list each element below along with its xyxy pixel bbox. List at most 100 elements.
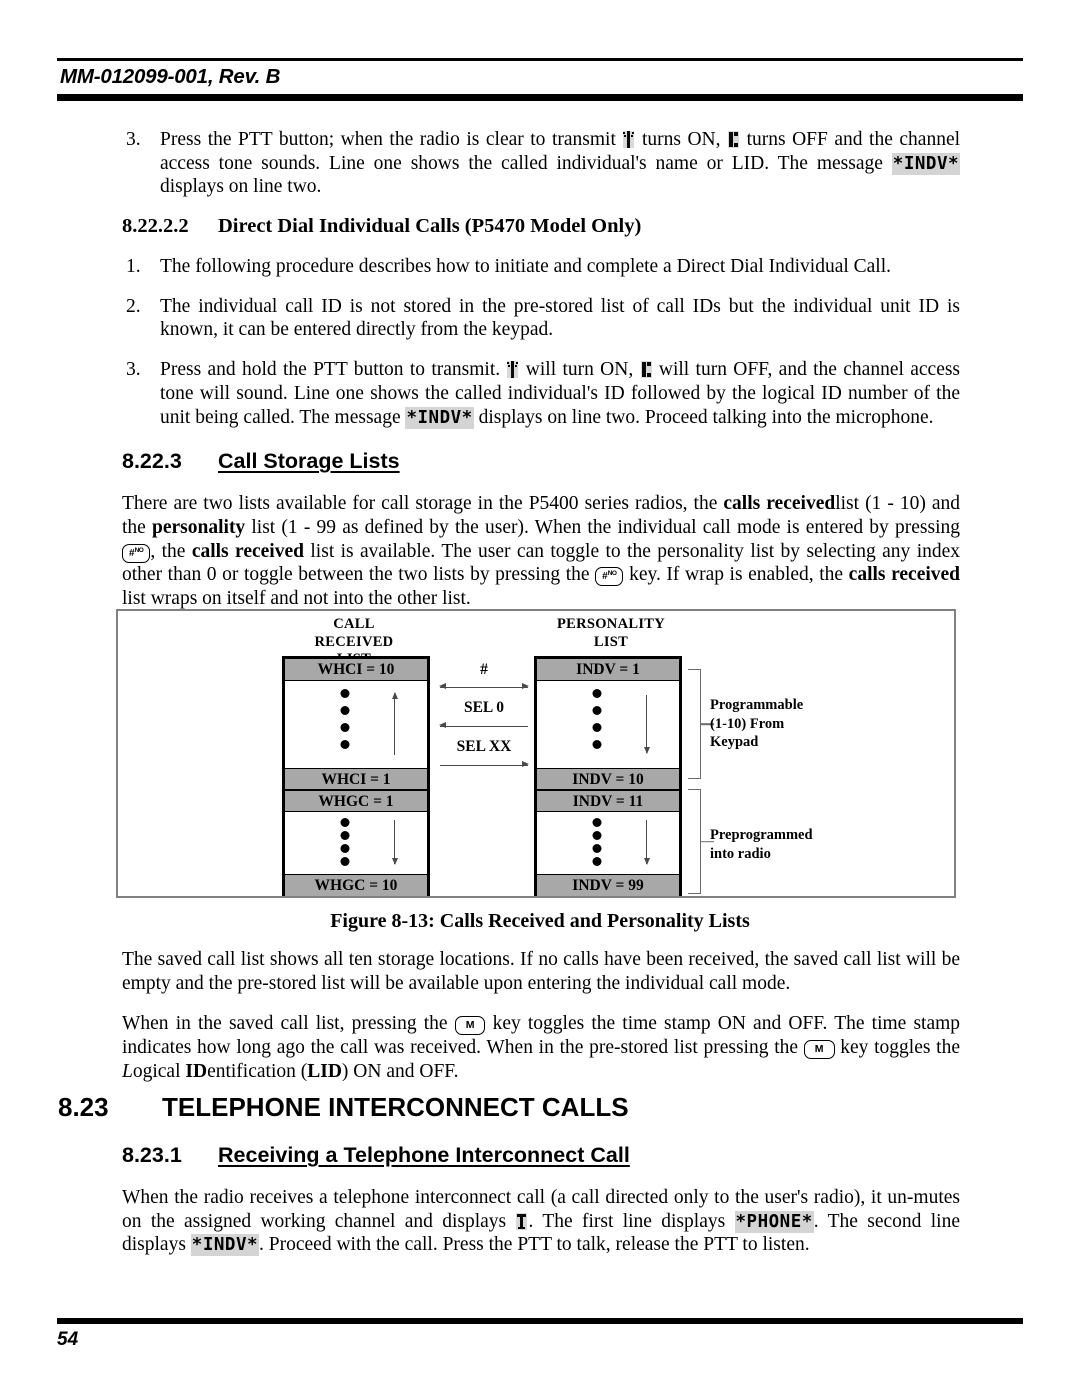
list-cell-indv-99: INDV = 99 [537,874,679,896]
list-ellipsis-area [537,812,679,874]
page-number: 54 [57,1329,79,1350]
right-list-title-line1: PERSONALITY [556,616,666,632]
heading-8-22-3: 8.22.3 Call Storage Lists [122,449,960,474]
ellipsis-dots [592,818,602,866]
hash-key-icon: #NO [595,567,624,587]
scroll-up-arrow [389,692,401,755]
ellipsis-dots [340,818,350,866]
list-cell-indv-1: INDV = 1 [537,659,679,681]
transmit-icon [507,361,519,379]
heading-8-23-1: 8.23.1 Receiving a Telephone Interconnect… [122,1143,960,1168]
calls-received-list-box: WHCI = 10 WHCI = 1 WHGC = 1 WHGC = 10 [282,656,430,896]
list-item-text-pre: Press and hold the PTT button to transmi… [160,359,501,381]
text-segment: ) ON and OFF. [341,1060,459,1082]
list-cell-indv-10: INDV = 10 [537,768,679,790]
text-segment: key. If wrap is enabled, the [629,564,844,586]
document-id: MM-012099-001, Rev. B [60,65,281,88]
list-item-text-pre: Press the PTT button; when the radio is … [160,129,616,150]
lcd-message-indv: *INDV* [405,406,474,429]
note-programmable-line3: Keypad [710,734,759,751]
list-item: 3. Press and hold the PTT button to trans… [122,358,960,429]
note-programmable: Programmable (1-10) From Keypad [710,696,803,752]
text-segment: entification ( [207,1060,308,1082]
text-segment: , the [150,540,186,562]
list-item-number: 3. [126,359,141,381]
text-bold-calls-received: calls received [723,493,836,515]
heading-number: 8.22.2.2 [122,215,189,238]
list-item-text-mid: turns ON, [641,129,721,150]
text-segment: list wraps on itself and not into the ot… [122,587,471,609]
list-item-number: 3. [126,129,141,150]
heading-text: TELEPHONE INTERCONNECT CALLS [162,1092,629,1122]
list-item: 1. The following procedure describes how … [122,255,960,279]
ellipsis-dots [340,689,350,749]
text-segment: When in the saved call list, pressing th… [122,1013,448,1035]
transmit-icon [623,131,635,148]
hash-key-icon: #NO [122,543,151,563]
arrow-selxx [440,760,529,770]
list-ellipsis-area [285,812,427,874]
brace-preprogrammed [688,789,714,894]
heading-8-22-2-2: 8.22.2.2 Direct Dial Individual Calls (P5… [122,215,960,238]
list-item-text-end: displays on line two. Proceed talking in… [478,406,934,428]
lcd-message-indv: *INDV* [891,152,961,175]
list-cell-whci-10: WHCI = 10 [285,659,427,681]
arrow-label-selxx: SEL XX [456,738,512,755]
list-ellipsis-area [285,681,427,768]
text-segment: . Proceed with the call. Press the PTT t… [259,1234,810,1256]
section-8-23-content: 8.23.1 Receiving a Telephone Interconnect… [122,1143,960,1257]
lcd-message-phone: *PHONE* [734,1210,814,1233]
heading-number: 8.23 [58,1092,109,1122]
paragraph-call-storage: There are two lists available for call s… [122,492,960,610]
lcd-message-indv: *INDV* [190,1234,260,1257]
text-italic-l: L [122,1060,133,1082]
figure-8-13: CALL RECEIVED LIST PERSONALITY LIST WHCI… [116,609,956,898]
list-item: 2. The individual call ID is not stored i… [122,295,960,342]
post-figure-content: The saved call list shows all ten storag… [122,948,960,1100]
left-list-title-line1: CALL [333,616,375,632]
paragraph-receiving-call: When the radio receives a telephone inte… [122,1186,960,1257]
scroll-down-arrow [389,820,401,865]
text-bold-lid: LID [307,1060,342,1082]
heading-number: 8.23.1 [122,1143,182,1167]
arrow-hash [439,682,529,692]
list-ellipsis-area [537,681,679,768]
list-cell-whci-1: WHCI = 1 [285,768,427,790]
heading-number: 8.22.3 [122,449,182,474]
brace-programmable [688,669,714,779]
right-list-title-line2: LIST [593,633,629,650]
list-cell-whgc-1: WHGC = 1 [285,790,427,812]
text-bold-personality: personality [152,516,246,538]
list-item-text: The individual call ID is not stored in … [160,295,960,341]
note-preprogrammed-line2: into radio [710,845,771,862]
note-programmable-line2: (1-10) From [710,715,785,732]
heading-8-23: 8.23 TELEPHONE INTERCONNECT CALLS [58,1092,629,1123]
list-item-text-end: displays on line two. [160,176,322,198]
m-key-icon: M [803,1040,835,1059]
text-segment: key toggles the [840,1037,960,1059]
header-rule-bottom [57,94,1023,101]
text-bold-calls-received: calls received [191,540,304,562]
scroll-down-arrow [641,820,653,865]
figure-caption: Figure 8-13: Calls Received and Personal… [330,910,750,932]
list-item-text: The following procedure describes how to… [160,256,892,278]
list-item-number: 1. [126,256,141,278]
heading-text: Receiving a Telephone Interconnect Call [218,1143,630,1167]
page-footer: 54 [57,1318,1023,1351]
personality-list-box: INDV = 1 INDV = 10 INDV = 11 INDV = 99 [534,656,682,896]
text-bold-calls-received: calls received [848,564,961,586]
m-key-icon: M [454,1016,486,1035]
list-cell-indv-11: INDV = 11 [537,790,679,812]
heading-text: Direct Dial Individual Calls (P5470 Mode… [218,215,642,238]
text-bold-id: ID [185,1060,208,1082]
arrow-label-sel0: SEL 0 [463,699,505,716]
right-list-title: PERSONALITY LIST [526,616,696,651]
paragraph-time-stamp: When in the saved call list, pressing th… [122,1012,960,1083]
note-preprogrammed-line1: Preprogrammed [710,827,813,843]
list-item-text-mid: will turn ON, [525,359,634,381]
note-preprogrammed: Preprogrammed into radio [710,826,813,863]
text-segment: ogical [132,1060,186,1082]
text-segment: . The first line displays [528,1210,726,1232]
left-list-title-line2: RECEIVED [314,633,394,650]
list-cell-whgc-10: WHGC = 10 [285,874,427,896]
